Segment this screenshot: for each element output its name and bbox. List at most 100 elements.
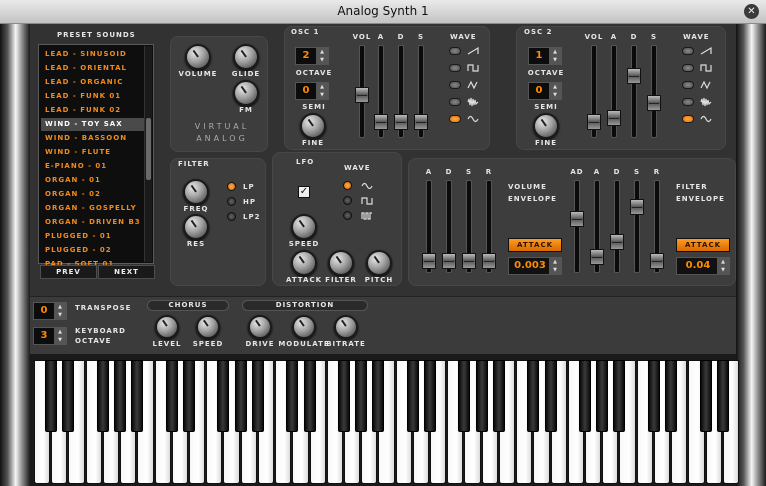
vol-env-d-slider-thumb[interactable]	[442, 253, 456, 270]
black-key[interactable]	[251, 360, 264, 432]
filt-env-value-spinner[interactable]: 0.04 ▲ ▼	[676, 257, 730, 275]
preset-item[interactable]: WIND - FLUTE	[41, 146, 145, 159]
osc2-d-slider-track[interactable]	[631, 45, 637, 138]
preset-item[interactable]: WIND - BASSOON	[41, 132, 145, 145]
osc2-fine-knob[interactable]	[533, 113, 559, 139]
next-button[interactable]: NEXT	[98, 265, 155, 279]
osc2-wave-sine-button[interactable]	[682, 115, 694, 123]
black-key[interactable]	[647, 360, 660, 432]
preset-item[interactable]: LEAD - ORGANIC	[41, 76, 145, 89]
black-key[interactable]	[527, 360, 540, 432]
vol-env-a-slider-thumb[interactable]	[422, 253, 436, 270]
increment-icon[interactable]: ▲	[316, 83, 328, 91]
osc2-wave-saw-button[interactable]	[682, 47, 694, 55]
black-key[interactable]	[372, 360, 385, 432]
lfo-attack-knob[interactable]	[291, 250, 317, 276]
filt-env-r-slider-thumb[interactable]	[650, 253, 664, 270]
black-key[interactable]	[62, 360, 75, 432]
preset-item[interactable]: LEAD - FUNK 01	[41, 90, 145, 103]
vol-env-r-slider-thumb[interactable]	[482, 253, 496, 270]
preset-item[interactable]: ORGAN - 01	[41, 174, 145, 187]
distortion-drive-knob[interactable]	[248, 315, 272, 339]
filter-freq-knob[interactable]	[183, 179, 209, 205]
filt-env-d-slider-track[interactable]	[614, 180, 620, 273]
black-key[interactable]	[45, 360, 58, 432]
black-key[interactable]	[355, 360, 368, 432]
black-key[interactable]	[492, 360, 505, 432]
preset-item[interactable]: LEAD - FUNK 02	[41, 104, 145, 117]
black-key[interactable]	[217, 360, 230, 432]
filt-env-s-slider-track[interactable]	[634, 180, 640, 273]
decrement-icon[interactable]: ▼	[549, 56, 561, 64]
decrement-icon[interactable]: ▼	[316, 56, 328, 64]
filter-lp2-radio[interactable]	[227, 212, 236, 221]
transpose-spinner[interactable]: 0 ▲ ▼	[33, 302, 67, 320]
osc2-wave-noise-button[interactable]	[682, 98, 694, 106]
vol-env-attack-button[interactable]: ATTACK	[508, 238, 562, 252]
osc1-d-slider-thumb[interactable]	[394, 114, 408, 131]
increment-icon[interactable]: ▲	[717, 258, 729, 266]
glide-knob[interactable]	[233, 44, 259, 70]
preset-item[interactable]: LEAD - ORIENTAL	[41, 62, 145, 75]
increment-icon[interactable]: ▲	[549, 48, 561, 56]
filter-lp-radio[interactable]	[227, 182, 236, 191]
filter-res-knob[interactable]	[183, 214, 209, 240]
black-key[interactable]	[286, 360, 299, 432]
preset-item[interactable]: ORGAN - GOSPELLY	[41, 202, 145, 215]
black-key[interactable]	[424, 360, 437, 432]
black-key[interactable]	[458, 360, 471, 432]
increment-icon[interactable]: ▲	[316, 48, 328, 56]
preset-item[interactable]: ORGAN - 02	[41, 188, 145, 201]
black-key[interactable]	[613, 360, 626, 432]
preset-list[interactable]: LEAD - SINUSOID LEAD - ORIENTAL LEAD - ORG…	[38, 44, 154, 268]
increment-icon[interactable]: ▲	[549, 83, 561, 91]
filt-env-ad-slider-thumb[interactable]	[570, 210, 584, 227]
scrollbar-thumb[interactable]	[146, 118, 151, 180]
lfo-speed-knob[interactable]	[291, 214, 317, 240]
increment-icon[interactable]: ▲	[54, 328, 66, 336]
osc1-wave-sine-button[interactable]	[449, 115, 461, 123]
decrement-icon[interactable]: ▼	[54, 336, 66, 344]
osc2-a-slider-thumb[interactable]	[607, 110, 621, 127]
black-key[interactable]	[596, 360, 609, 432]
black-key[interactable]	[406, 360, 419, 432]
increment-icon[interactable]: ▲	[54, 303, 66, 311]
osc1-vol-slider-thumb[interactable]	[355, 87, 369, 104]
osc1-wave-square-button[interactable]	[449, 64, 461, 72]
black-key[interactable]	[544, 360, 557, 432]
filt-env-d-slider-thumb[interactable]	[610, 233, 624, 250]
preset-item[interactable]: PLUGGED - 02	[41, 244, 145, 257]
osc1-wave-saw-button[interactable]	[449, 47, 461, 55]
filter-hp-radio[interactable]	[227, 197, 236, 206]
decrement-icon[interactable]: ▼	[549, 91, 561, 99]
black-key[interactable]	[337, 360, 350, 432]
chorus-speed-knob[interactable]	[196, 315, 220, 339]
osc1-wave-noise-button[interactable]	[449, 98, 461, 106]
osc2-s-slider-track[interactable]	[651, 45, 657, 138]
black-key[interactable]	[303, 360, 316, 432]
black-key[interactable]	[716, 360, 729, 432]
preset-scrollbar[interactable]	[144, 46, 152, 262]
volume-knob[interactable]	[185, 44, 211, 70]
osc2-wave-triangle-button[interactable]	[682, 81, 694, 89]
distortion-modulate-knob[interactable]	[292, 315, 316, 339]
vol-env-value-spinner[interactable]: 0.003 ▲ ▼	[508, 257, 562, 275]
osc1-semi-spinner[interactable]: 0 ▲ ▼	[295, 82, 329, 100]
black-key[interactable]	[114, 360, 127, 432]
prev-button[interactable]: PREV	[40, 265, 97, 279]
preset-item[interactable]: WIND - TOY SAX	[41, 118, 145, 131]
preset-item[interactable]: LEAD - SINUSOID	[41, 48, 145, 61]
osc2-s-slider-thumb[interactable]	[647, 95, 661, 112]
lfo-filter-knob[interactable]	[328, 250, 354, 276]
lfo-wave-sine-radio[interactable]	[343, 181, 352, 190]
osc1-octave-spinner[interactable]: 2 ▲ ▼	[295, 47, 329, 65]
keyboard-octave-spinner[interactable]: 3 ▲ ▼	[33, 327, 67, 345]
decrement-icon[interactable]: ▼	[549, 266, 561, 274]
filt-env-attack-button[interactable]: ATTACK	[676, 238, 730, 252]
black-key[interactable]	[131, 360, 144, 432]
black-key[interactable]	[96, 360, 109, 432]
black-key[interactable]	[579, 360, 592, 432]
black-key[interactable]	[234, 360, 247, 432]
lfo-pitch-knob[interactable]	[366, 250, 392, 276]
fm-knob[interactable]	[233, 80, 259, 106]
